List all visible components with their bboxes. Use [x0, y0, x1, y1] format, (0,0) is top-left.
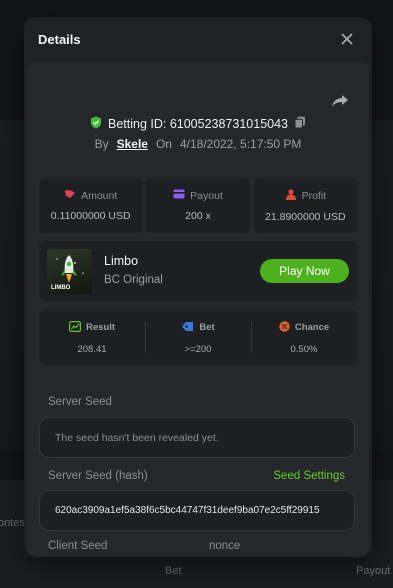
copy-icon[interactable]: [294, 116, 306, 132]
stat-profit-value: 21.8900000 USD: [265, 210, 346, 223]
verified-shield-icon: [90, 116, 102, 132]
modal-title: Details: [38, 31, 81, 47]
percent-icon: [279, 320, 290, 335]
chance-label-text: Chance: [294, 322, 330, 333]
stat-label-text: Profit: [301, 189, 327, 202]
stat-profit-label: Profit: [285, 188, 327, 203]
result-col-result: Result 208.41: [39, 310, 145, 365]
stat-payout-label: Payout: [173, 189, 223, 202]
game-provider: BC Original: [104, 274, 163, 286]
stat-amount-label: Amount: [64, 189, 117, 202]
bettor-row: By Skele On 4/18/2022, 5:17:50 PM: [27, 137, 369, 151]
stats-row: Amount 0.11000000 USD Payout 200 x Profi…: [39, 178, 357, 233]
on-label: On: [155, 137, 172, 151]
client-seed-label: Client Seed: [48, 540, 108, 552]
bet-date: 4/18/2022, 5:17:50 PM: [179, 137, 302, 151]
bet-label-text: Bet: [199, 322, 215, 333]
game-name: Limbo: [104, 254, 139, 268]
details-modal: Details Betting ID: 61005238731015043 By…: [24, 17, 372, 557]
result-value: 208.41: [77, 343, 107, 355]
server-seed-hash-label: Server Seed (hash): [48, 470, 148, 482]
seed-settings-link[interactable]: Seed Settings: [273, 470, 345, 482]
thumbnail-caption: LIMBO: [51, 285, 71, 291]
server-seed-hash-field[interactable]: 620ac3909a1ef5a38f6c5bc44747f31deef9ba07…: [39, 490, 355, 531]
amount-icon: [64, 189, 76, 202]
profit-icon: [285, 188, 297, 203]
by-label: By: [94, 137, 109, 151]
betting-id: Betting ID: 61005238731015043: [107, 117, 289, 131]
bet-id-row: Betting ID: 61005238731015043: [27, 116, 369, 132]
result-col-chance: Chance 0.50%: [251, 310, 357, 365]
result-row: Result 208.41 Bet >=200 Chance 0.50%: [39, 310, 357, 365]
share-icon[interactable]: [331, 93, 349, 109]
stat-amount-value: 0.11000000 USD: [50, 210, 131, 222]
background-label-payout: Payout: [356, 565, 391, 577]
stat-payout-value: 200 x: [185, 210, 211, 222]
tag-icon: [181, 321, 194, 335]
chance-value: 0.50%: [290, 343, 318, 355]
stat-label-text: Amount: [81, 189, 118, 202]
bet-value: >=200: [184, 343, 212, 355]
stat-profit: Profit 21.8900000 USD: [253, 178, 357, 233]
stat-payout: Payout 200 x: [146, 178, 250, 233]
bet-label: Bet: [181, 321, 215, 335]
details-content: Betting ID: 61005238731015043 By Skele O…: [27, 61, 369, 557]
close-icon[interactable]: [338, 30, 356, 48]
stat-label-text: Payout: [190, 189, 223, 202]
server-seed-hash-value: 620ac3909a1ef5a38f6c5bc44747f31deef9ba07…: [55, 505, 320, 516]
server-seed-placeholder: The seed hasn't been revealed yet.: [55, 431, 219, 444]
stat-amount: Amount 0.11000000 USD: [39, 178, 143, 233]
game-card: LIMBO Limbo BC Original Play Now: [39, 241, 357, 301]
chart-icon: [68, 320, 81, 335]
modal-header: Details: [24, 17, 372, 61]
game-thumbnail[interactable]: LIMBO: [47, 249, 92, 294]
server-seed-field[interactable]: The seed hasn't been revealed yet.: [39, 417, 355, 458]
background-label-bet: Bet: [165, 565, 182, 577]
result-label-text: Result: [85, 322, 116, 333]
username-link[interactable]: Skele: [117, 137, 148, 151]
server-seed-label: Server Seed: [48, 396, 112, 408]
chance-label: Chance: [279, 320, 330, 335]
payout-icon: [173, 189, 185, 202]
result-col-bet: Bet >=200: [145, 310, 251, 365]
play-now-button[interactable]: Play Now: [260, 259, 349, 283]
background-label-contests: ontes: [0, 517, 25, 529]
nonce-label: nonce: [209, 540, 241, 552]
result-label: Result: [68, 320, 116, 335]
